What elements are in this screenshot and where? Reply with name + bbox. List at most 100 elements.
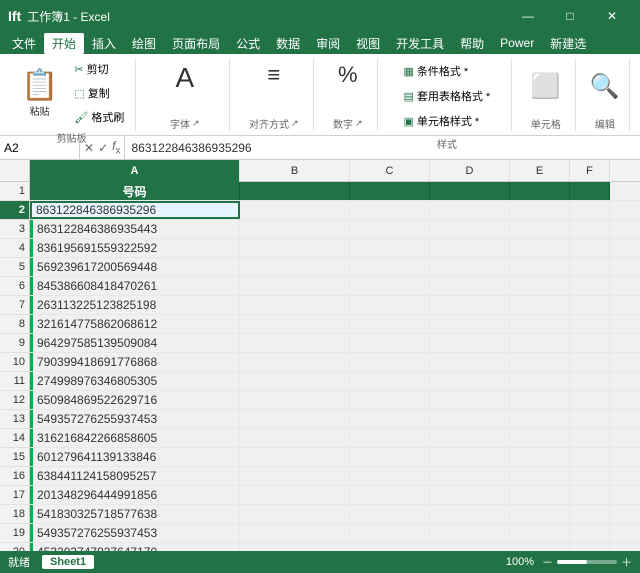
data-cell[interactable]: [510, 391, 570, 409]
menu-file[interactable]: 文件: [4, 33, 44, 54]
data-cell[interactable]: [570, 315, 610, 333]
data-cell[interactable]: [240, 524, 350, 542]
data-cell[interactable]: 964297585139509084: [30, 334, 240, 352]
conditional-format-button[interactable]: ▦ 条件格式 *: [398, 60, 473, 82]
data-cell[interactable]: [240, 258, 350, 276]
data-cell[interactable]: [430, 201, 510, 219]
data-cell[interactable]: [240, 543, 350, 551]
formula-cancel-icon[interactable]: ✕: [84, 141, 94, 155]
data-cell[interactable]: 638441124158095257: [30, 467, 240, 485]
data-cell[interactable]: 863122846386935296: [30, 201, 240, 219]
menu-home[interactable]: 开始: [44, 33, 84, 54]
menu-page-layout[interactable]: 页面布局: [164, 33, 228, 54]
data-cell[interactable]: [510, 201, 570, 219]
data-cell[interactable]: [350, 372, 430, 390]
data-cell[interactable]: [240, 486, 350, 504]
zoom-in-icon[interactable]: ＋: [621, 554, 632, 570]
data-cell[interactable]: [350, 410, 430, 428]
data-cell[interactable]: [510, 410, 570, 428]
row-header-9[interactable]: 9: [0, 334, 29, 353]
col-header-f[interactable]: F: [570, 160, 610, 182]
data-cell[interactable]: [430, 277, 510, 295]
data-cell[interactable]: [430, 429, 510, 447]
data-cell[interactable]: 601279641139133846: [30, 448, 240, 466]
data-cell[interactable]: [430, 467, 510, 485]
data-cell[interactable]: [350, 467, 430, 485]
data-cell[interactable]: [350, 315, 430, 333]
data-cell[interactable]: [240, 372, 350, 390]
row-header-11[interactable]: 11: [0, 372, 29, 391]
data-cell[interactable]: [510, 334, 570, 352]
data-cell[interactable]: 863122846386935443: [30, 220, 240, 238]
menu-developer[interactable]: 开发工具: [388, 33, 452, 54]
data-cell[interactable]: [430, 543, 510, 551]
data-cell[interactable]: [430, 410, 510, 428]
data-cell[interactable]: [570, 334, 610, 352]
row-header-2[interactable]: 2: [0, 201, 29, 220]
data-cell[interactable]: [510, 505, 570, 523]
data-cell[interactable]: [350, 391, 430, 409]
data-cell[interactable]: [430, 239, 510, 257]
row-header-5[interactable]: 5: [0, 258, 29, 277]
maximize-button[interactable]: □: [550, 3, 590, 29]
col-header-c[interactable]: C: [350, 160, 430, 182]
close-button[interactable]: ✕: [592, 3, 632, 29]
data-cell[interactable]: [240, 239, 350, 257]
row-header-18[interactable]: 18: [0, 505, 29, 524]
data-cell[interactable]: 845386608418470261: [30, 277, 240, 295]
data-cell[interactable]: [510, 258, 570, 276]
data-cell[interactable]: [570, 429, 610, 447]
data-cell[interactable]: 836195691559322592: [30, 239, 240, 257]
copy-button[interactable]: ⬚ 复制: [69, 82, 129, 104]
data-cell[interactable]: [240, 201, 350, 219]
data-cell[interactable]: [350, 448, 430, 466]
data-cell[interactable]: 274998976346805305: [30, 372, 240, 390]
header-cell-b[interactable]: [240, 182, 350, 200]
data-cell[interactable]: [350, 429, 430, 447]
data-cell[interactable]: 316216842266858605: [30, 429, 240, 447]
format-painter-button[interactable]: 🖌 格式刷: [69, 106, 129, 128]
data-cell[interactable]: [240, 429, 350, 447]
data-cell[interactable]: 549357276255937453: [30, 410, 240, 428]
row-header-13[interactable]: 13: [0, 410, 29, 429]
data-cell[interactable]: 321614775862068612: [30, 315, 240, 333]
menu-new[interactable]: 新建选: [542, 33, 594, 54]
data-cell[interactable]: [570, 467, 610, 485]
data-cell[interactable]: [570, 410, 610, 428]
data-cell[interactable]: [350, 486, 430, 504]
data-cell[interactable]: [240, 334, 350, 352]
menu-power[interactable]: Power: [492, 34, 542, 52]
data-cell[interactable]: [430, 353, 510, 371]
cell-ref-input[interactable]: [4, 141, 75, 155]
data-cell[interactable]: [510, 524, 570, 542]
header-cell-d[interactable]: [430, 182, 510, 200]
data-cell[interactable]: [240, 220, 350, 238]
col-header-a[interactable]: A: [30, 160, 240, 182]
data-cell[interactable]: [570, 505, 610, 523]
formula-function-icon[interactable]: fx: [112, 139, 120, 156]
paste-button[interactable]: 📋 粘贴: [14, 65, 65, 121]
data-cell[interactable]: [510, 467, 570, 485]
sheet-tab[interactable]: Sheet1: [42, 555, 94, 569]
row-header-14[interactable]: 14: [0, 429, 29, 448]
cut-button[interactable]: ✂ 剪切: [69, 58, 129, 80]
header-cell-e[interactable]: [510, 182, 570, 200]
menu-view[interactable]: 视图: [348, 33, 388, 54]
row-header-15[interactable]: 15: [0, 448, 29, 467]
data-cell[interactable]: 541830325718577638: [30, 505, 240, 523]
data-cell[interactable]: [570, 353, 610, 371]
cell-reference-box[interactable]: [0, 136, 80, 159]
row-header-1[interactable]: 1: [0, 182, 29, 201]
menu-insert[interactable]: 插入: [84, 33, 124, 54]
data-cell[interactable]: [570, 296, 610, 314]
row-header-17[interactable]: 17: [0, 486, 29, 505]
font-expand-icon[interactable]: ↗: [192, 118, 200, 129]
row-header-7[interactable]: 7: [0, 296, 29, 315]
menu-formula[interactable]: 公式: [228, 33, 268, 54]
data-cell[interactable]: [350, 220, 430, 238]
menu-data[interactable]: 数据: [268, 33, 308, 54]
data-cell[interactable]: [510, 353, 570, 371]
minimize-button[interactable]: —: [508, 3, 548, 29]
menu-help[interactable]: 帮助: [452, 33, 492, 54]
row-header-4[interactable]: 4: [0, 239, 29, 258]
